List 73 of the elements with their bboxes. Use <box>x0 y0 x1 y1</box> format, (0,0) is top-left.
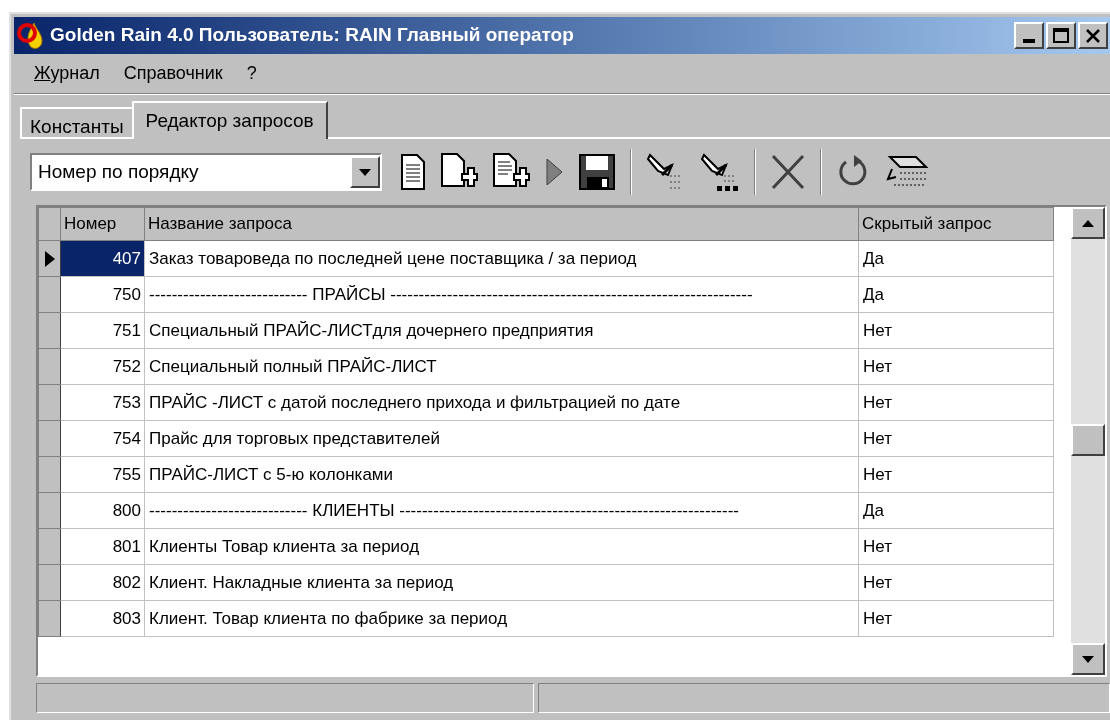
table-cell: Нет <box>858 456 1054 493</box>
row-indicator[interactable] <box>38 348 61 385</box>
table-cell: 750 <box>60 276 145 313</box>
row-indicator[interactable] <box>38 456 61 493</box>
new-document-icon[interactable] <box>400 153 426 191</box>
row-indicator[interactable] <box>38 240 61 277</box>
row-indicator[interactable] <box>38 276 61 313</box>
table-cell: Да <box>858 492 1054 529</box>
table-cell: 754 <box>60 420 145 457</box>
scroll-up-button[interactable] <box>1071 207 1105 239</box>
table-cell: Да <box>858 240 1054 277</box>
up-arrow-icon <box>1082 219 1094 227</box>
current-row-icon <box>44 250 55 267</box>
table-cell: Нет <box>858 600 1054 637</box>
delete-icon[interactable] <box>770 153 806 191</box>
sort-dropdown[interactable]: Номер по порядку <box>30 153 382 191</box>
menu-item[interactable]: Журнал <box>34 60 100 87</box>
column-header[interactable]: Скрытый запрос <box>858 207 1054 241</box>
table-cell: ПРАЙС-ЛИСТ с 5-ю колонками <box>144 456 859 493</box>
row-indicator[interactable] <box>38 528 61 565</box>
row-indicator[interactable] <box>38 492 61 529</box>
table-cell: Специальный полный ПРАЙС-ЛИСТ <box>144 348 859 385</box>
down-arrow-icon <box>1082 655 1094 663</box>
save-icon[interactable] <box>578 153 616 191</box>
column-header[interactable]: Номер <box>60 207 145 241</box>
table-cell: 802 <box>60 564 145 601</box>
table-cell: ---------------------------- КЛИЕНТЫ ------------------------------------------------------------ <box>144 492 859 529</box>
row-indicator[interactable] <box>38 312 61 349</box>
table-cell: Клиенты Товар клиента за период <box>144 528 859 565</box>
app-logo-icon <box>16 20 46 51</box>
close-icon <box>1086 28 1100 43</box>
table-cell: Нет <box>858 528 1054 565</box>
table-cell: Нет <box>858 420 1054 457</box>
table-cell: Заказ товароведа по последней цене поставщика / за период <box>144 240 859 277</box>
table-cell: Нет <box>858 312 1054 349</box>
table-cell: 800 <box>60 492 145 529</box>
flashlight-dots-icon[interactable] <box>700 151 740 193</box>
vertical-scrollbar[interactable] <box>1071 207 1105 675</box>
table-cell: 755 <box>60 456 145 493</box>
table-cell: Специальный ПРАЙС-ЛИСТдля дочернего предприятия <box>144 312 859 349</box>
scroll-down-button[interactable] <box>1071 643 1105 675</box>
table-cell: 407 <box>60 240 145 277</box>
table-cell: Да <box>858 276 1054 313</box>
tab[interactable]: Константы <box>20 107 132 139</box>
menu-item[interactable]: Справочник <box>123 60 223 87</box>
table-cell: ---------------------------- ПРАЙСЫ ---------------------------------------------------------------- <box>144 276 859 313</box>
table-cell: 751 <box>60 312 145 349</box>
table-cell: ПРАЙС -ЛИСТ с датой последнего прихода и фильтрацией по дате <box>144 384 859 421</box>
table-cell: 801 <box>60 528 145 565</box>
row-indicator[interactable] <box>38 420 61 457</box>
scroll-thumb[interactable] <box>1071 424 1105 456</box>
table-cell: Нет <box>858 384 1054 421</box>
table-cell: Клиент. Накладные клиента за период <box>144 564 859 601</box>
minimize-icon <box>1023 39 1035 43</box>
table-cell: Нет <box>858 348 1054 385</box>
table-cell: 803 <box>60 600 145 637</box>
minimize-button[interactable] <box>1014 22 1044 49</box>
window-title: Golden Rain 4.0 Пользователь: RAIN Главный оператор <box>50 23 574 48</box>
maximize-button[interactable] <box>1046 22 1076 49</box>
row-indicator[interactable] <box>38 600 61 637</box>
dropdown-arrow-icon <box>359 168 371 176</box>
table-cell: 752 <box>60 348 145 385</box>
tab[interactable]: Редактор запросов <box>131 101 328 139</box>
table-cell: Нет <box>858 564 1054 601</box>
table-cell: Прайс для торговых представителей <box>144 420 859 457</box>
column-header[interactable]: Название запроса <box>144 207 859 241</box>
close-button[interactable] <box>1078 22 1108 49</box>
table-cell: Клиент. Товар клиента по фабрике за период <box>144 600 859 637</box>
menu-item[interactable]: ? <box>246 60 257 87</box>
maximize-icon <box>1053 28 1069 43</box>
row-indicator[interactable] <box>38 384 61 421</box>
row-indicator[interactable] <box>38 564 61 601</box>
table-cell: 753 <box>60 384 145 421</box>
